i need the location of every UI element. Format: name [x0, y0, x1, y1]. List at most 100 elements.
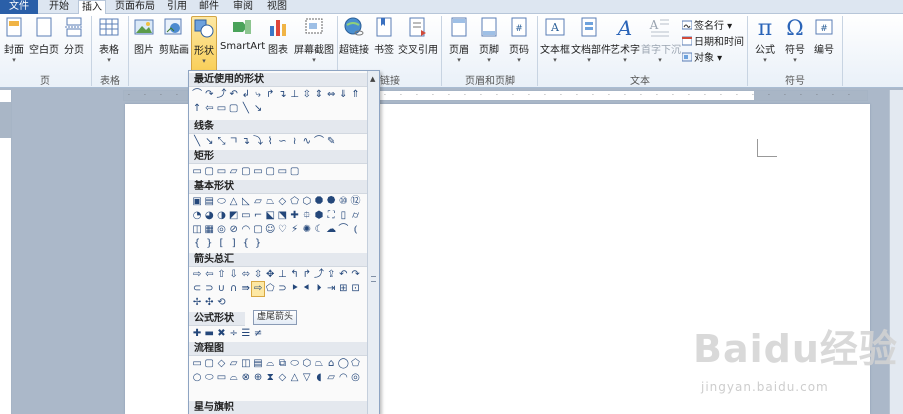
shape-item[interactable]: ⊗ [240, 371, 252, 385]
shape-item[interactable]: ⇛ [240, 282, 252, 296]
shape-item[interactable]: ⊃ [203, 282, 215, 296]
shape-item[interactable]: ㄱ [228, 135, 240, 149]
shape-item[interactable]: ◠ [240, 223, 252, 237]
equation-button[interactable]: π 公式 ▾ [752, 16, 778, 64]
shape-item[interactable]: ☺ [264, 223, 276, 237]
shape-item[interactable]: ⤷ [252, 88, 264, 102]
shape-item[interactable]: ▭ [252, 165, 264, 179]
shape-item[interactable]: ⌒ [191, 88, 203, 102]
shape-item[interactable]: ▢ [228, 102, 240, 116]
shape-item[interactable]: ⚡ [289, 223, 301, 237]
shape-item[interactable]: ↷ [203, 88, 215, 102]
drop-cap-button[interactable]: A 首字下沉 ▾ [641, 16, 681, 64]
shape-item[interactable]: ▬ [203, 327, 215, 341]
shape-item[interactable]: ☾ [313, 223, 325, 237]
shape-item[interactable]: ⌐ [252, 209, 264, 223]
shape-item[interactable]: ◕ [203, 209, 215, 223]
shape-item[interactable]: ◫ [191, 223, 203, 237]
shape-item[interactable]: ⇨ [191, 268, 203, 282]
shape-item[interactable]: ◖ [313, 371, 325, 385]
shape-item[interactable]: ⏥ [325, 371, 337, 385]
shape-item[interactable]: ⧉ [276, 357, 288, 371]
table-button[interactable]: 表格 ▾ [96, 16, 122, 64]
page-break-button[interactable]: 分页 [62, 16, 86, 56]
numbering-button[interactable]: # 编号 [812, 16, 836, 56]
hyperlink-button[interactable]: 超链接 [339, 16, 369, 56]
shape-item[interactable]: ∪ [215, 282, 227, 296]
cross-reference-button[interactable]: 交叉引用 [398, 16, 438, 56]
shape-item[interactable]: ⊡ [349, 282, 361, 296]
shape-item[interactable]: ⏢ [264, 195, 276, 209]
shape-item[interactable]: ○ [191, 371, 203, 385]
page-number-button[interactable]: # 页码 ▾ [506, 16, 532, 64]
shape-item[interactable]: ⬠ [349, 357, 361, 371]
shape-item[interactable]: ⇧ [215, 268, 227, 282]
blank-page-button[interactable]: 空白页 [28, 16, 60, 56]
shape-item[interactable]: ◑ [215, 209, 227, 223]
shape-item[interactable]: ↶ [228, 88, 240, 102]
bookmark-button[interactable]: 书签 [372, 16, 396, 56]
shape-item[interactable]: ◠ [337, 371, 349, 385]
shape-item[interactable]: ▤ [252, 357, 264, 371]
shape-item[interactable]: { [240, 237, 252, 251]
shape-item[interactable]: ⊕ [252, 371, 264, 385]
shape-item[interactable]: ⌂ [325, 357, 337, 371]
shape-item[interactable]: ⤴ [313, 268, 325, 282]
wordart-button[interactable]: A 艺术字 ▾ [609, 16, 641, 64]
shape-item[interactable]: ▣ [191, 195, 203, 209]
shape-item[interactable]: ▭ [215, 165, 227, 179]
shape-item[interactable]: ✥ [264, 268, 276, 282]
shape-item[interactable]: ⌓ [264, 357, 276, 371]
tab-view[interactable]: 视图 [264, 0, 290, 14]
shape-item[interactable]: ◎ [349, 371, 361, 385]
shape-item[interactable]: ≀ [289, 135, 301, 149]
shape-item[interactable]: ✣ [203, 296, 215, 310]
shape-item[interactable]: ⬡ [301, 195, 313, 209]
shape-item[interactable]: ∽ [276, 135, 288, 149]
screenshot-button[interactable]: 屏幕截图 ▾ [292, 16, 336, 64]
shape-item[interactable]: ⌭ [349, 209, 361, 223]
shape-item[interactable]: ▱ [228, 357, 240, 371]
shape-item[interactable]: ⇦ [203, 268, 215, 282]
shape-item[interactable]: ↰ [289, 268, 301, 282]
shape-item[interactable]: ▦ [203, 223, 215, 237]
shape-item[interactable]: ▢ [289, 165, 301, 179]
shape-item[interactable]: ▢ [240, 165, 252, 179]
shape-item[interactable]: ⤡ [215, 135, 227, 149]
shape-item[interactable]: ▭ [191, 357, 203, 371]
shape-item[interactable]: ↷ [349, 268, 361, 282]
cover-page-button[interactable]: 封面 ▾ [2, 16, 26, 64]
shape-item[interactable]: ⏢ [313, 357, 325, 371]
picture-button[interactable]: 图片 [132, 16, 156, 56]
shape-item[interactable]: ▱ [252, 195, 264, 209]
shape-item[interactable]: ✚ [289, 209, 301, 223]
object-button[interactable]: 对象 ▾ [682, 49, 722, 64]
shape-item[interactable]: ⬭ [215, 195, 227, 209]
shape-item[interactable]: { [191, 237, 203, 251]
shape-item[interactable]: ◔ [191, 209, 203, 223]
shape-item[interactable]: ⦅ [349, 223, 361, 237]
tab-page-layout[interactable]: 页面布局 [112, 0, 158, 14]
shape-item[interactable]: ⊥ [276, 268, 288, 282]
notched-arrow-shape[interactable]: ⇨ [250, 281, 266, 297]
shape-item[interactable]: ▯ [337, 209, 349, 223]
tab-file[interactable]: 文件 [0, 0, 38, 14]
shape-item[interactable]: ╲ [191, 135, 203, 149]
shape-item[interactable]: ⯇ [301, 282, 313, 296]
shape-item[interactable]: ⊥ [289, 88, 301, 102]
shape-item[interactable]: ⑩ [337, 195, 349, 209]
shape-item[interactable]: ≠ [252, 327, 264, 341]
shape-item[interactable]: ▱ [228, 165, 240, 179]
shape-item[interactable]: ✎ [325, 135, 337, 149]
shape-item[interactable]: ☁ [325, 223, 337, 237]
shape-item[interactable]: ⇪ [325, 268, 337, 282]
shape-item[interactable]: ⯄ [325, 195, 337, 209]
shape-item[interactable]: ↴ [240, 135, 252, 149]
shape-item[interactable]: ⬠ [289, 195, 301, 209]
shape-item[interactable]: ⬭ [289, 357, 301, 371]
footer-button[interactable]: 页脚 ▾ [476, 16, 502, 64]
header-button[interactable]: 页眉 ▾ [446, 16, 472, 64]
shape-item[interactable]: ⤴ [215, 88, 227, 102]
shape-item[interactable]: ⌒ [337, 223, 349, 237]
shape-item[interactable]: ÷ [228, 327, 240, 341]
